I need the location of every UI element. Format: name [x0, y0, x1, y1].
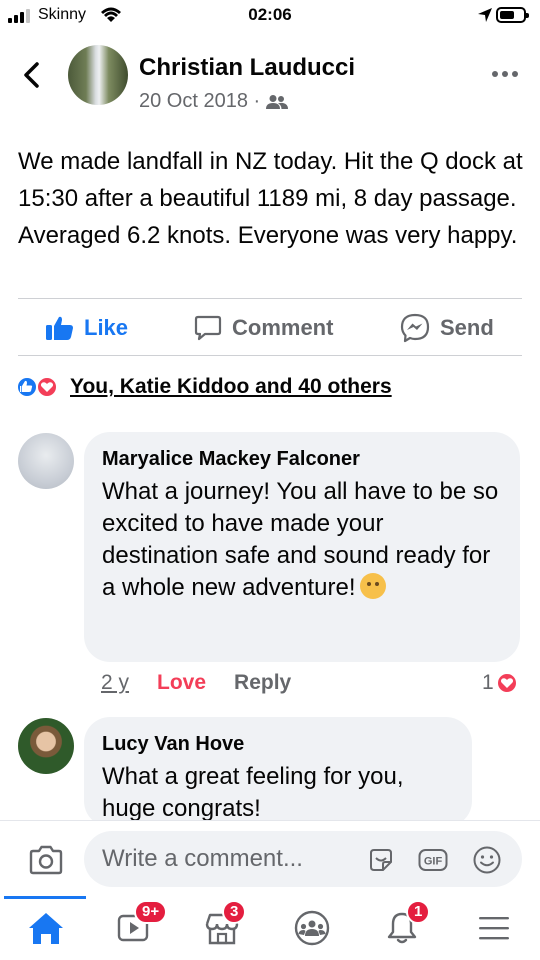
comment-placeholder: Write a comment...: [102, 845, 303, 872]
groups-tab-icon[interactable]: [292, 910, 332, 946]
comment-love-button[interactable]: Love: [157, 671, 206, 695]
status-bar: Skinny 02:06: [0, 0, 540, 34]
comment-body: What a journey! You all have to be so ex…: [102, 478, 499, 601]
comment-time[interactable]: 2 y: [101, 671, 129, 695]
bottom-tab-bar: 9+ 3 1: [0, 896, 540, 960]
comment-input[interactable]: Write a comment... GIF: [84, 831, 522, 887]
comment-composer: Write a comment... GIF: [0, 820, 540, 896]
commenter-name[interactable]: Lucy Van Hove: [102, 731, 454, 757]
hugging-face-emoji-icon: [359, 573, 386, 599]
commenter-avatar[interactable]: [18, 718, 74, 774]
reaction-icons: [16, 374, 64, 400]
watch-tab[interactable]: 9+: [114, 900, 168, 946]
marketplace-badge: 3: [222, 900, 247, 924]
comment-bubble: Lucy Van Hove What a great feeling for y…: [84, 717, 472, 827]
comment-button[interactable]: Comment: [194, 312, 333, 344]
comment-actions: 2 y Love Reply: [101, 671, 291, 695]
comment-bubble-icon: [194, 315, 222, 341]
author-name[interactable]: Christian Lauducci: [139, 54, 355, 82]
post-meta: 20 Oct 2018 ·: [139, 90, 289, 113]
post-date[interactable]: 20 Oct 2018 ·: [139, 90, 260, 113]
commenter-name[interactable]: Maryalice Mackey Falconer: [102, 446, 502, 472]
menu-hamburger-icon[interactable]: [474, 910, 514, 946]
active-tab-indicator: [4, 896, 86, 899]
comment-text: What a journey! You all have to be so ex…: [102, 476, 502, 604]
reaction-count: 1: [482, 671, 494, 694]
commenter-avatar[interactable]: [18, 433, 74, 489]
like-label: Like: [84, 315, 129, 340]
thumbs-up-icon: [46, 316, 73, 340]
send-button[interactable]: Send: [400, 312, 494, 344]
gif-icon[interactable]: GIF: [418, 847, 448, 873]
location-arrow-icon: [478, 8, 492, 22]
notifications-tab[interactable]: 1: [382, 900, 431, 946]
like-button[interactable]: Like: [46, 312, 128, 344]
post-text: We made landfall in NZ today. Hit the Q …: [18, 148, 523, 249]
reactions-text: You, Katie Kiddoo and 40 others: [70, 375, 392, 398]
comment-reaction-count[interactable]: 1: [482, 671, 518, 695]
send-label: Send: [440, 315, 494, 340]
friends-audience-icon: [266, 94, 289, 109]
back-arrow-icon[interactable]: [20, 60, 44, 90]
comment-reply-button[interactable]: Reply: [234, 671, 291, 695]
watch-badge: 9+: [134, 900, 168, 924]
sticker-icon[interactable]: [368, 847, 394, 873]
comment-text: What a great feeling for you, huge congr…: [102, 763, 404, 822]
like-reaction-icon: [16, 376, 38, 398]
divider: [18, 355, 522, 356]
author-avatar[interactable]: [68, 45, 128, 105]
camera-icon[interactable]: [28, 845, 64, 875]
battery-icon: [496, 7, 529, 23]
marketplace-tab[interactable]: 3: [202, 900, 247, 946]
reactions-summary[interactable]: You, Katie Kiddoo and 40 others: [16, 374, 392, 400]
divider: [18, 298, 522, 299]
love-reaction-icon: [495, 672, 518, 694]
love-reaction-icon: [36, 376, 58, 398]
clock: 02:06: [248, 5, 292, 24]
home-tab-icon[interactable]: [26, 910, 66, 946]
comment-label: Comment: [232, 315, 334, 340]
comment-bubble: Maryalice Mackey Falconer What a journey…: [84, 432, 520, 662]
notifications-badge: 1: [406, 900, 431, 924]
more-options-icon[interactable]: [490, 62, 520, 86]
messenger-icon: [400, 313, 430, 343]
svg-text:GIF: GIF: [424, 856, 443, 868]
emoji-icon[interactable]: [472, 845, 502, 875]
